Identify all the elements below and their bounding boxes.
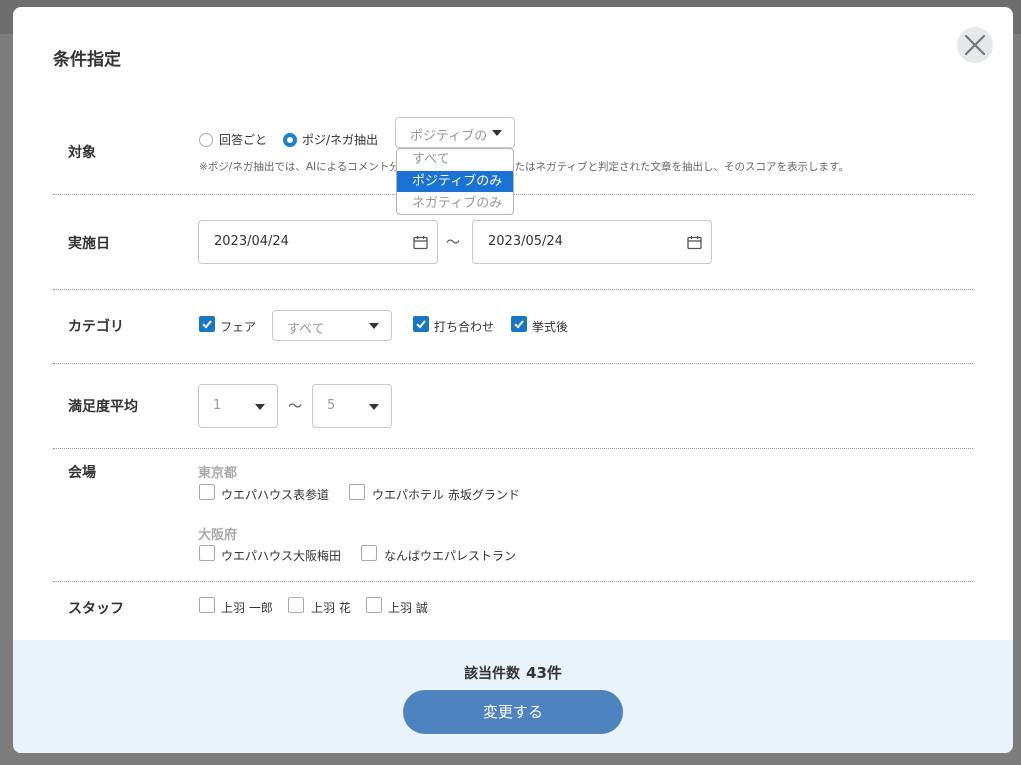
venue-akasaka-label[interactable]: ウエパホテル 赤坂グランド (372, 486, 520, 503)
satisfaction-max-select[interactable]: 5 (312, 384, 392, 428)
fair-select-value: すべて (287, 322, 325, 337)
date-to-input[interactable]: 2023/05/24 (472, 220, 712, 264)
satisfaction-min-select[interactable]: 1 (198, 384, 278, 428)
category-row: カテゴリ フェア すべて 打ち合わせ 挙式後 (53, 290, 973, 364)
venue-checkbox-akasaka[interactable] (349, 484, 365, 500)
venue-umeda-label[interactable]: ウエパハウス大阪梅田 (221, 547, 341, 564)
category-after-ceremony-label[interactable]: 挙式後 (532, 318, 568, 335)
category-label: カテゴリ (68, 319, 124, 335)
apply-button[interactable]: 変更する (403, 690, 623, 734)
dropdown-option-all[interactable]: すべて (397, 149, 513, 170)
condition-modal: 条件指定 対象 回答ごと ポジ/ネガ抽出 ポジティブの ※ポジ/ネガ抽出では、A… (13, 7, 1013, 753)
venue-checkbox-umeda[interactable] (199, 545, 215, 561)
dropdown-option-negative[interactable]: ネガティブのみ (397, 193, 513, 214)
result-count-value: 43件 (526, 664, 562, 682)
satisfaction-label: 満足度平均 (68, 399, 138, 415)
category-fair-label[interactable]: フェア (220, 318, 256, 335)
satisfaction-row: 満足度平均 1 〜 5 (53, 364, 973, 449)
dropdown-option-positive[interactable]: ポジティブのみ (397, 171, 513, 192)
date-label: 実施日 (68, 236, 110, 252)
date-separator: 〜 (446, 235, 460, 251)
radio-posi-nega[interactable] (283, 133, 297, 147)
check-icon (202, 320, 212, 329)
chevron-down-icon (255, 404, 265, 410)
date-from-input[interactable]: 2023/04/24 (198, 220, 438, 264)
staff-checkbox-makoto[interactable] (366, 597, 382, 613)
posi-nega-select-value: ポジティブの (410, 129, 488, 144)
close-button[interactable] (957, 27, 993, 63)
result-count: 該当件数 43件 (13, 662, 1013, 683)
posi-nega-dropdown: すべて ポジティブのみ ネガティブのみ (396, 148, 514, 215)
category-checkbox-fair[interactable] (199, 316, 215, 332)
satisfaction-max-value: 5 (327, 398, 336, 413)
satisfaction-min-value: 1 (213, 398, 222, 413)
radio-per-answer-label[interactable]: 回答ごと (219, 131, 267, 148)
calendar-icon[interactable] (687, 235, 702, 250)
venue-group-tokyo: 東京都 (198, 466, 238, 481)
venue-row: 会場 東京都 ウエパハウス表参道 ウエパホテル 赤坂グランド 大阪府 ウエパハウ… (53, 449, 973, 582)
staff-row: スタッフ 上羽 一郎 上羽 花 上羽 誠 (53, 582, 973, 640)
chevron-down-icon (369, 323, 379, 329)
radio-posi-nega-label[interactable]: ポジ/ネガ抽出 (302, 131, 378, 148)
staff-checkbox-hana[interactable] (288, 597, 304, 613)
venue-label: 会場 (68, 465, 96, 481)
radio-per-answer[interactable] (199, 133, 213, 147)
check-icon (416, 320, 426, 329)
modal-footer: 該当件数 43件 変更する (13, 640, 1013, 753)
venue-namba-label[interactable]: なんばウエパレストラン (384, 547, 516, 564)
chevron-down-icon (369, 404, 379, 410)
fair-select[interactable]: すべて (272, 310, 392, 341)
staff-hana-label[interactable]: 上羽 花 (311, 599, 351, 616)
venue-checkbox-namba[interactable] (361, 545, 377, 561)
calendar-icon[interactable] (413, 235, 428, 250)
modal-title: 条件指定 (53, 50, 121, 70)
posi-nega-select[interactable]: ポジティブの (395, 117, 515, 148)
target-label: 対象 (68, 145, 96, 161)
date-to-value: 2023/05/24 (488, 234, 563, 249)
venue-group-osaka: 大阪府 (198, 528, 238, 543)
venue-omotesando-label[interactable]: ウエパハウス表参道 (221, 486, 329, 503)
staff-checkbox-ichiro[interactable] (199, 597, 215, 613)
date-from-value: 2023/04/24 (214, 234, 289, 249)
staff-label: スタッフ (68, 601, 124, 617)
result-count-label: 該当件数 (464, 666, 521, 682)
venue-checkbox-omotesando[interactable] (199, 484, 215, 500)
staff-makoto-label[interactable]: 上羽 誠 (388, 599, 428, 616)
close-icon (964, 34, 986, 56)
satisfaction-separator: 〜 (288, 399, 302, 415)
staff-ichiro-label[interactable]: 上羽 一郎 (221, 599, 273, 616)
category-checkbox-after-ceremony[interactable] (511, 316, 527, 332)
category-meeting-label[interactable]: 打ち合わせ (434, 318, 494, 335)
chevron-down-icon (492, 130, 502, 136)
target-note: ※ポジ/ネガ抽出では、AIによるコメント分析を行い、ポジティブまたはネガティブと… (199, 161, 849, 173)
category-checkbox-meeting[interactable] (413, 316, 429, 332)
check-icon (514, 320, 524, 329)
